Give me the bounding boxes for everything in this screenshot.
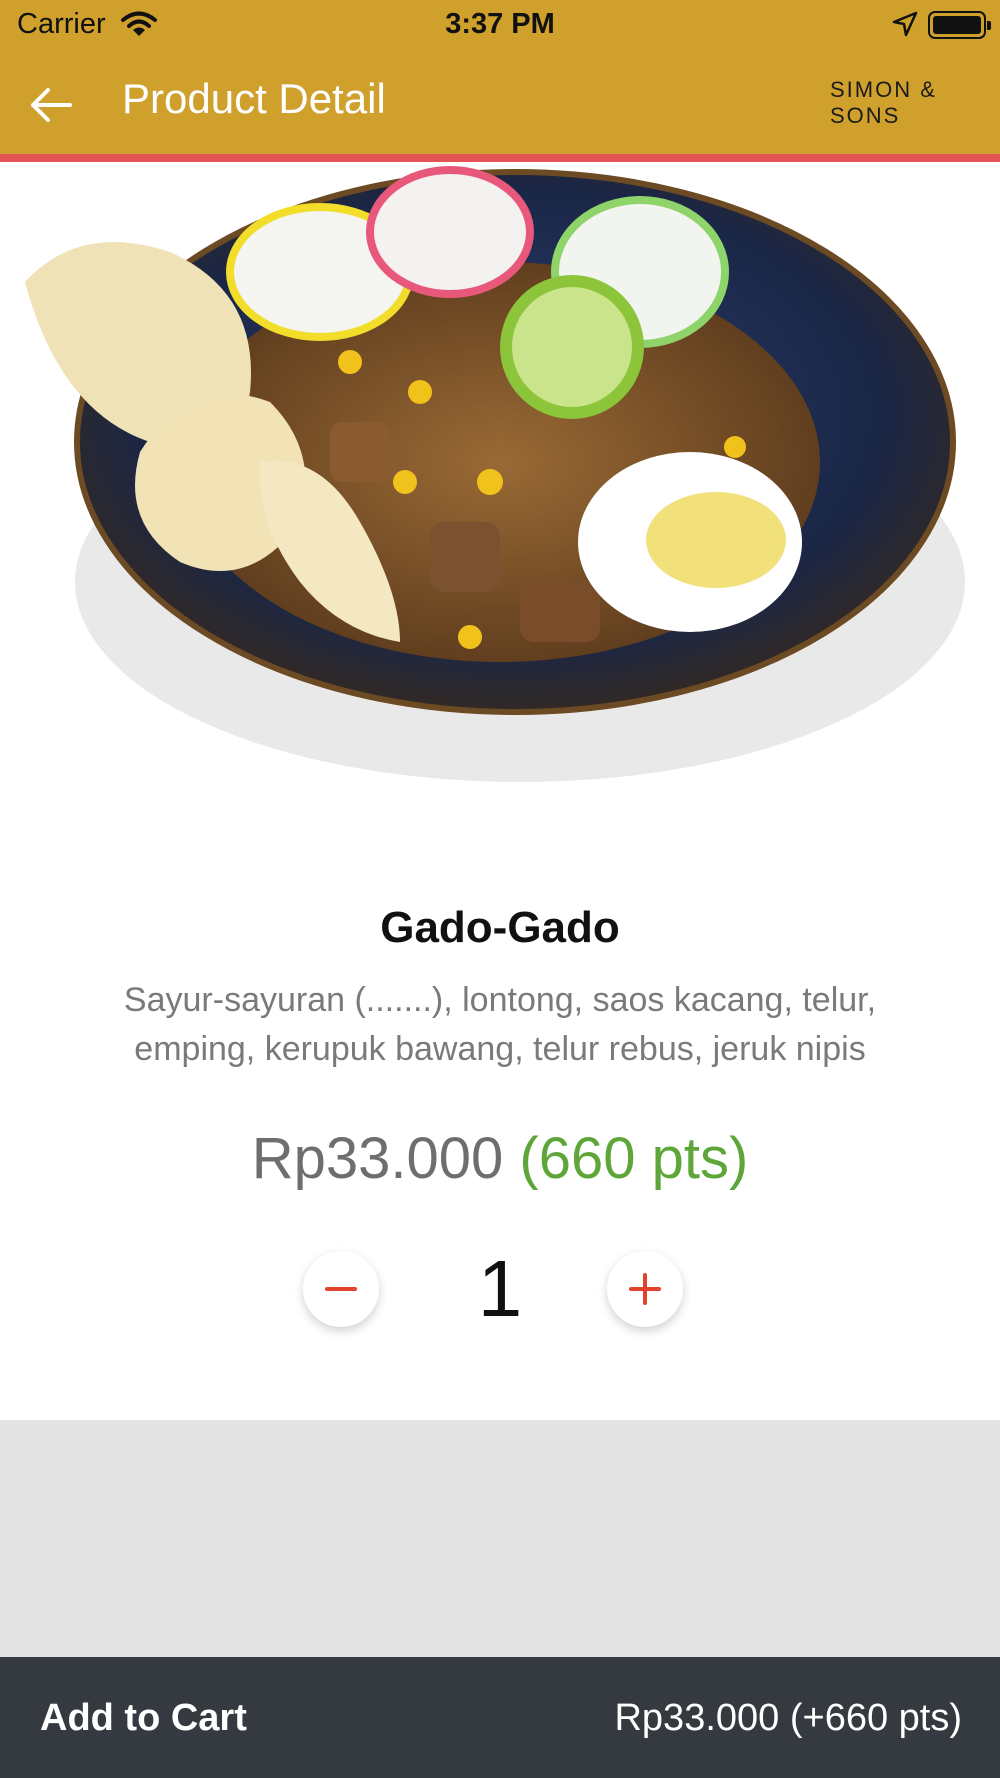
page-title: Product Detail: [122, 75, 386, 122]
product-detail-screen: Carrier 3:37 PM Product Detail SIMON & S…: [0, 0, 1000, 1778]
increase-quantity-button[interactable]: [607, 1251, 683, 1327]
product-description: Sayur-sayuran (.......), lontong, saos k…: [123, 981, 877, 1068]
product-image: [0, 162, 1000, 852]
product-name: Gado-Gado: [380, 903, 620, 952]
status-bar: Carrier 3:37 PM: [0, 0, 1000, 50]
empty-section: [0, 1420, 1000, 1657]
add-to-cart-button[interactable]: Add to Cart Rp33.000 (+660 pts): [0, 1657, 1000, 1778]
header-accent-line: [0, 154, 1000, 162]
battery-icon: [928, 11, 991, 39]
add-to-cart-label: Add to Cart: [40, 1697, 247, 1739]
product-price: Rp33.000: [251, 1126, 504, 1191]
product-points: (660 pts): [519, 1126, 749, 1191]
cart-total: Rp33.000 (+660 pts): [614, 1697, 962, 1739]
decrease-quantity-button[interactable]: [303, 1251, 379, 1327]
app-header: Carrier 3:37 PM Product Detail SIMON & S…: [0, 0, 1000, 162]
arrow-left-icon[interactable]: [26, 80, 76, 130]
clock: 3:37 PM: [445, 8, 555, 40]
price-line: Rp33.000 (660 pts): [0, 1125, 1000, 1192]
location-arrow-icon: [892, 11, 918, 37]
brand-logo: SIMON & SONS: [830, 77, 937, 128]
quantity-value: 1: [477, 1244, 523, 1333]
